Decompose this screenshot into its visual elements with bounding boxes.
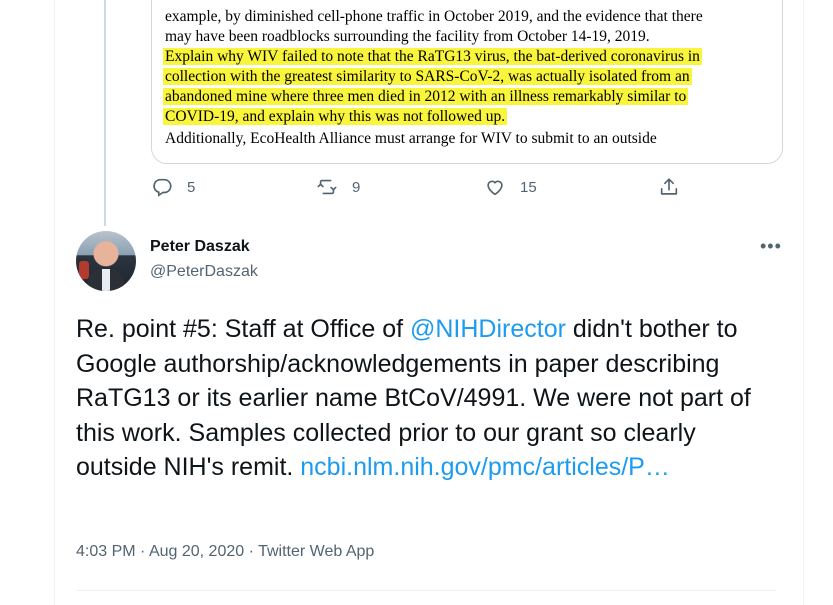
- doc-line-highlighted: abandoned mine where three men died in 2…: [163, 88, 689, 105]
- meta-separator: ·: [244, 543, 259, 560]
- like-count: 15: [520, 178, 537, 196]
- divider: [76, 590, 776, 591]
- avatar[interactable]: [76, 231, 136, 291]
- reply-icon: [153, 178, 172, 197]
- meta-separator: ·: [135, 543, 149, 560]
- doc-line-highlighted: Explain why WIV failed to note that the …: [163, 48, 702, 65]
- reply-button[interactable]: 5: [151, 176, 195, 198]
- author-handle[interactable]: @PeterDaszak: [150, 263, 258, 281]
- parent-tweet-actions: 5 9 15: [0, 176, 833, 204]
- tweet-metadata: 4:03 PM · Aug 20, 2020 · Twitter Web App: [76, 543, 374, 561]
- mention-link[interactable]: @NIHDirector: [410, 315, 566, 343]
- quoted-document-image[interactable]: example, by diminished cell-phone traffi…: [151, 0, 783, 164]
- tweet-text-part: Re. point #5: Staff at Office of: [76, 315, 410, 343]
- tweet-time[interactable]: 4:03 PM: [76, 543, 136, 560]
- heart-icon: [487, 180, 503, 196]
- tweet-text: Re. point #5: Staff at Office of @NIHDir…: [76, 312, 776, 485]
- like-button[interactable]: 15: [484, 176, 537, 198]
- author-name[interactable]: Peter Daszak: [150, 238, 250, 256]
- tweet-source: Twitter Web App: [258, 543, 375, 560]
- tweet-date[interactable]: Aug 20, 2020: [149, 543, 244, 560]
- more-icon[interactable]: •••: [760, 236, 782, 257]
- reply-count: 5: [187, 178, 196, 196]
- doc-line: may have been roadblocks surrounding the…: [165, 28, 650, 45]
- share-icon: [660, 178, 678, 195]
- share-button[interactable]: [658, 176, 680, 198]
- retweet-count: 9: [352, 178, 361, 196]
- doc-line: example, by diminished cell-phone traffi…: [165, 8, 703, 25]
- doc-line-highlighted: COVID-19, and explain why this was not f…: [163, 108, 508, 125]
- doc-line: Additionally, EcoHealth Alliance must ar…: [165, 130, 657, 147]
- retweet-button[interactable]: 9: [316, 176, 360, 198]
- retweet-icon: [317, 179, 337, 195]
- article-link[interactable]: ncbi.nlm.nih.gov/pmc/articles/P…: [300, 453, 670, 481]
- doc-line-highlighted: collection with the greatest similarity …: [163, 68, 692, 85]
